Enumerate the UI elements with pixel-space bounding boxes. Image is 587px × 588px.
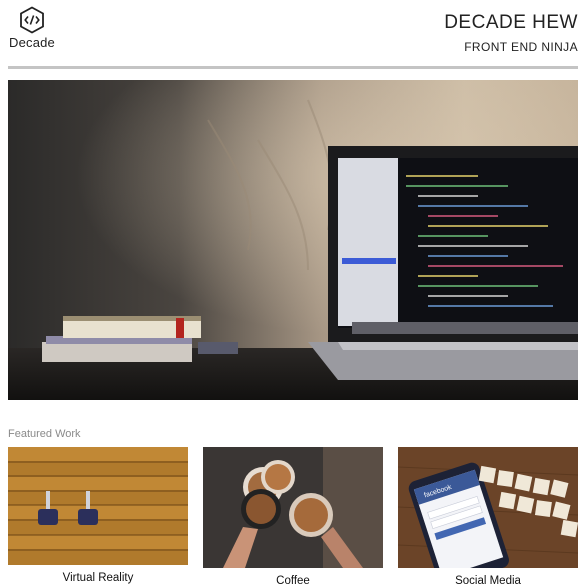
site-title: DECADE HEW: [444, 12, 578, 33]
vr-headsets-image[interactable]: [8, 447, 188, 565]
featured-card-virtual-reality[interactable]: Virtual Reality: [8, 447, 188, 584]
logo-name: Decade: [8, 35, 55, 50]
featured-card-coffee[interactable]: Coffee: [203, 447, 383, 587]
card-title[interactable]: Coffee: [203, 575, 383, 587]
card-title[interactable]: Virtual Reality: [8, 572, 188, 584]
hero-image: [8, 80, 578, 400]
card-title[interactable]: Social Media: [398, 575, 578, 587]
header-divider: [8, 66, 578, 69]
site-subtitle: FRONT END NINJA: [464, 40, 578, 54]
logo[interactable]: Decade: [8, 6, 56, 50]
code-hexagon-icon: [20, 6, 44, 34]
featured-work-label: Featured Work: [8, 428, 81, 440]
coffee-cups-image[interactable]: [203, 447, 383, 568]
phone-social-media-image[interactable]: facebook: [398, 447, 578, 568]
featured-card-social-media[interactable]: facebook Social Media: [398, 447, 578, 587]
site-header: Decade DECADE HEW FRONT END NINJA: [0, 0, 587, 64]
